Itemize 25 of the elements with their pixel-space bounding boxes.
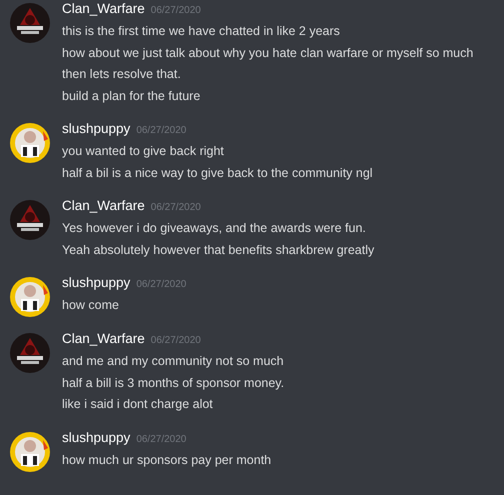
message-text: half a bil is a nice way to give back to the community ngl — [62, 164, 373, 182]
message-text: build a plan for the future — [62, 88, 202, 105]
timestamp: 06/27/2020 — [136, 434, 186, 444]
message-text: like i said i dont charge alot — [62, 396, 214, 413]
message-text: you wanted to give back right — [62, 143, 225, 160]
message-text: how much ur sponsors pay per month — [62, 452, 272, 469]
author-name[interactable]: slushpuppy — [62, 430, 130, 444]
timestamp: 06/27/2020 — [150, 202, 201, 213]
author-name[interactable]: slushpuppy — [62, 275, 130, 290]
timestamp: 06/27/2020 — [150, 335, 201, 346]
author-name[interactable]: Clan_Warfare — [62, 1, 145, 16]
message-text: this is the first time we have chatted in like 2 years — [62, 23, 341, 40]
message-text: Yeah absolutely however that benefits sharkbrew greatly — [62, 242, 374, 259]
timestamp: 06/27/2020 — [150, 5, 201, 16]
message-text: half a bill is 3 months of sponsor money. — [62, 374, 284, 392]
timestamp: 06/27/2020 — [136, 279, 186, 290]
message-text: then lets resolve that. — [62, 66, 182, 83]
message-text: Yes however i do giveaways, and the awards were fun. — [62, 220, 367, 237]
author-name[interactable]: Clan_Warfare — [62, 198, 145, 213]
author-name[interactable]: Clan_Warfare — [62, 331, 145, 346]
message-text: and me and my community not so much — [62, 353, 284, 370]
author-name[interactable]: slushpuppy — [62, 121, 130, 136]
message-text: how about we just talk about why you hate clan warfare or myself so much — [62, 44, 474, 62]
message-text: how come — [62, 297, 120, 314]
timestamp: 06/27/2020 — [136, 125, 186, 136]
